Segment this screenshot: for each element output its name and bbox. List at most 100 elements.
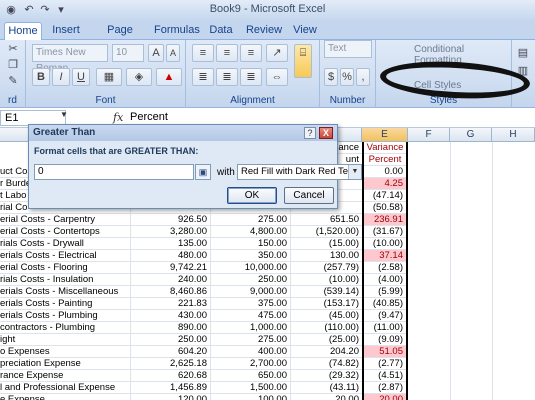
cell-label[interactable]: ight bbox=[0, 334, 130, 346]
cell-c[interactable]: 4,800.00 bbox=[210, 226, 290, 238]
cell-c[interactable]: 150.00 bbox=[210, 238, 290, 250]
cell-d[interactable]: (15.00) bbox=[290, 238, 362, 250]
cell-label[interactable]: erials Costs - Electrical bbox=[0, 250, 130, 262]
cell-label[interactable]: erials Costs - Miscellaneous bbox=[0, 286, 130, 298]
tab-data[interactable]: Data bbox=[206, 22, 236, 40]
cell-d[interactable]: 20.00 bbox=[290, 394, 362, 400]
align-right-button[interactable]: ≣ bbox=[240, 68, 262, 86]
cell-label[interactable]: erial Costs - Contertops bbox=[0, 226, 130, 238]
cell-c[interactable]: 650.00 bbox=[210, 370, 290, 382]
cell-b[interactable]: 250.00 bbox=[130, 334, 210, 346]
cell-b[interactable]: 135.00 bbox=[130, 238, 210, 250]
column-header-h[interactable]: H bbox=[492, 128, 535, 142]
format-painter-icon[interactable]: ✎ bbox=[6, 74, 20, 88]
cell-label[interactable]: rance Expense bbox=[0, 370, 130, 382]
align-center-button[interactable]: ≣ bbox=[216, 68, 238, 86]
cell-b[interactable]: 2,625.18 bbox=[130, 358, 210, 370]
cell-c[interactable]: 275.00 bbox=[210, 334, 290, 346]
italic-button[interactable]: I bbox=[52, 68, 70, 86]
cell-c[interactable]: 400.00 bbox=[210, 346, 290, 358]
cell-b[interactable]: 120.00 bbox=[130, 394, 210, 400]
cell-c[interactable]: 2,700.00 bbox=[210, 358, 290, 370]
insert-cells-icon[interactable]: ▤ bbox=[516, 46, 530, 60]
cell-label[interactable]: o Expenses bbox=[0, 346, 130, 358]
tab-view[interactable]: View bbox=[290, 22, 320, 40]
align-left-button[interactable]: ≣ bbox=[192, 68, 214, 86]
cell-d[interactable]: (25.00) bbox=[290, 334, 362, 346]
cell-b[interactable]: 240.00 bbox=[130, 274, 210, 286]
align-middle-button[interactable]: ≡ bbox=[216, 44, 238, 62]
cell-label[interactable]: rials Costs - Insulation bbox=[0, 274, 130, 286]
cell-label[interactable]: l and Professional Expense bbox=[0, 382, 130, 394]
cell-b[interactable]: 1,456.89 bbox=[130, 382, 210, 394]
cut-icon[interactable]: ✂ bbox=[6, 42, 20, 56]
cell-c[interactable]: 250.00 bbox=[210, 274, 290, 286]
cell-d[interactable]: (539.14) bbox=[290, 286, 362, 298]
tab-formulas[interactable]: Formulas bbox=[154, 22, 200, 40]
cell-b[interactable]: 604.20 bbox=[130, 346, 210, 358]
cell-c[interactable]: 375.00 bbox=[210, 298, 290, 310]
cell-label[interactable]: contractors - Plumbing bbox=[0, 322, 130, 334]
cell-label[interactable]: preciation Expense bbox=[0, 358, 130, 370]
cell-d[interactable]: (257.79) bbox=[290, 262, 362, 274]
cell-label[interactable]: erials Costs - Painting bbox=[0, 298, 130, 310]
cell-d[interactable]: 651.50 bbox=[290, 214, 362, 226]
cell-b[interactable]: 926.50 bbox=[130, 214, 210, 226]
cell-d[interactable]: 130.00 bbox=[290, 250, 362, 262]
cell-c[interactable]: 1,500.00 bbox=[210, 382, 290, 394]
column-header-e[interactable]: E bbox=[362, 128, 408, 142]
cell-d[interactable]: (10.00) bbox=[290, 274, 362, 286]
help-icon[interactable]: ? bbox=[304, 127, 316, 139]
collapse-dialog-icon[interactable]: ▣ bbox=[195, 164, 211, 180]
percent-button[interactable]: % bbox=[340, 68, 354, 86]
cell-label[interactable]: erial Costs - Flooring bbox=[0, 262, 130, 274]
cell-b[interactable]: 3,280.00 bbox=[130, 226, 210, 238]
cell-b[interactable]: 620.68 bbox=[130, 370, 210, 382]
tab-home[interactable]: Home bbox=[4, 22, 42, 40]
font-size-box[interactable]: 10 bbox=[112, 44, 144, 62]
underline-button[interactable]: U bbox=[72, 68, 90, 86]
cell-c[interactable]: 10,000.00 bbox=[210, 262, 290, 274]
currency-button[interactable]: $ bbox=[324, 68, 338, 86]
cell-b[interactable]: 9,742.21 bbox=[130, 262, 210, 274]
cancel-button[interactable]: Cancel bbox=[284, 187, 334, 204]
threshold-value-input[interactable]: 0 bbox=[34, 164, 194, 180]
cell-b[interactable]: 430.00 bbox=[130, 310, 210, 322]
tab-insert[interactable]: Insert bbox=[48, 22, 84, 40]
cell-d[interactable]: 204.20 bbox=[290, 346, 362, 358]
close-icon[interactable]: X bbox=[319, 127, 333, 139]
number-format-box[interactable]: Text bbox=[324, 40, 372, 58]
cell-d[interactable]: (74.82) bbox=[290, 358, 362, 370]
insert-function-icon[interactable]: fx bbox=[113, 111, 123, 124]
tab-review[interactable]: Review bbox=[244, 22, 284, 40]
cell-b[interactable]: 221.83 bbox=[130, 298, 210, 310]
cell-c[interactable]: 275.00 bbox=[210, 214, 290, 226]
cell-d[interactable]: (110.00) bbox=[290, 322, 362, 334]
font-name-box[interactable]: Times New Roman bbox=[32, 44, 108, 74]
format-select[interactable]: Red Fill with Dark Red Text ▼ bbox=[237, 164, 362, 180]
cell-b[interactable]: 890.00 bbox=[130, 322, 210, 334]
ok-button[interactable]: OK bbox=[227, 187, 277, 204]
column-header-g[interactable]: G bbox=[450, 128, 492, 142]
column-header-f[interactable]: F bbox=[408, 128, 450, 142]
align-top-button[interactable]: ≡ bbox=[192, 44, 214, 62]
cell-b[interactable]: 480.00 bbox=[130, 250, 210, 262]
cell-label[interactable]: rials Costs - Drywall bbox=[0, 238, 130, 250]
tab-page-layout[interactable]: Page Layout bbox=[90, 22, 150, 53]
merge-center-button[interactable]: ⇔ bbox=[266, 68, 288, 86]
cell-d[interactable]: (43.11) bbox=[290, 382, 362, 394]
cell-label[interactable]: erials Costs - Plumbing bbox=[0, 310, 130, 322]
cell-c[interactable]: 100.00 bbox=[210, 394, 290, 400]
borders-button[interactable]: ▦ bbox=[96, 68, 122, 86]
cell-c[interactable]: 1,000.00 bbox=[210, 322, 290, 334]
cell-c[interactable]: 9,000.00 bbox=[210, 286, 290, 298]
align-bottom-button[interactable]: ≡ bbox=[240, 44, 262, 62]
cell-label[interactable]: erial Costs - Carpentry bbox=[0, 214, 130, 226]
fill-color-button[interactable]: ◈ bbox=[126, 68, 152, 86]
font-color-button[interactable]: ▲ bbox=[156, 68, 182, 86]
cell-d[interactable]: (1,520.00) bbox=[290, 226, 362, 238]
bold-button[interactable]: B bbox=[32, 68, 50, 86]
dialog-title[interactable]: Greater Than bbox=[29, 125, 337, 141]
copy-icon[interactable]: ❐ bbox=[6, 58, 20, 72]
grow-font-button[interactable]: A bbox=[148, 44, 164, 62]
